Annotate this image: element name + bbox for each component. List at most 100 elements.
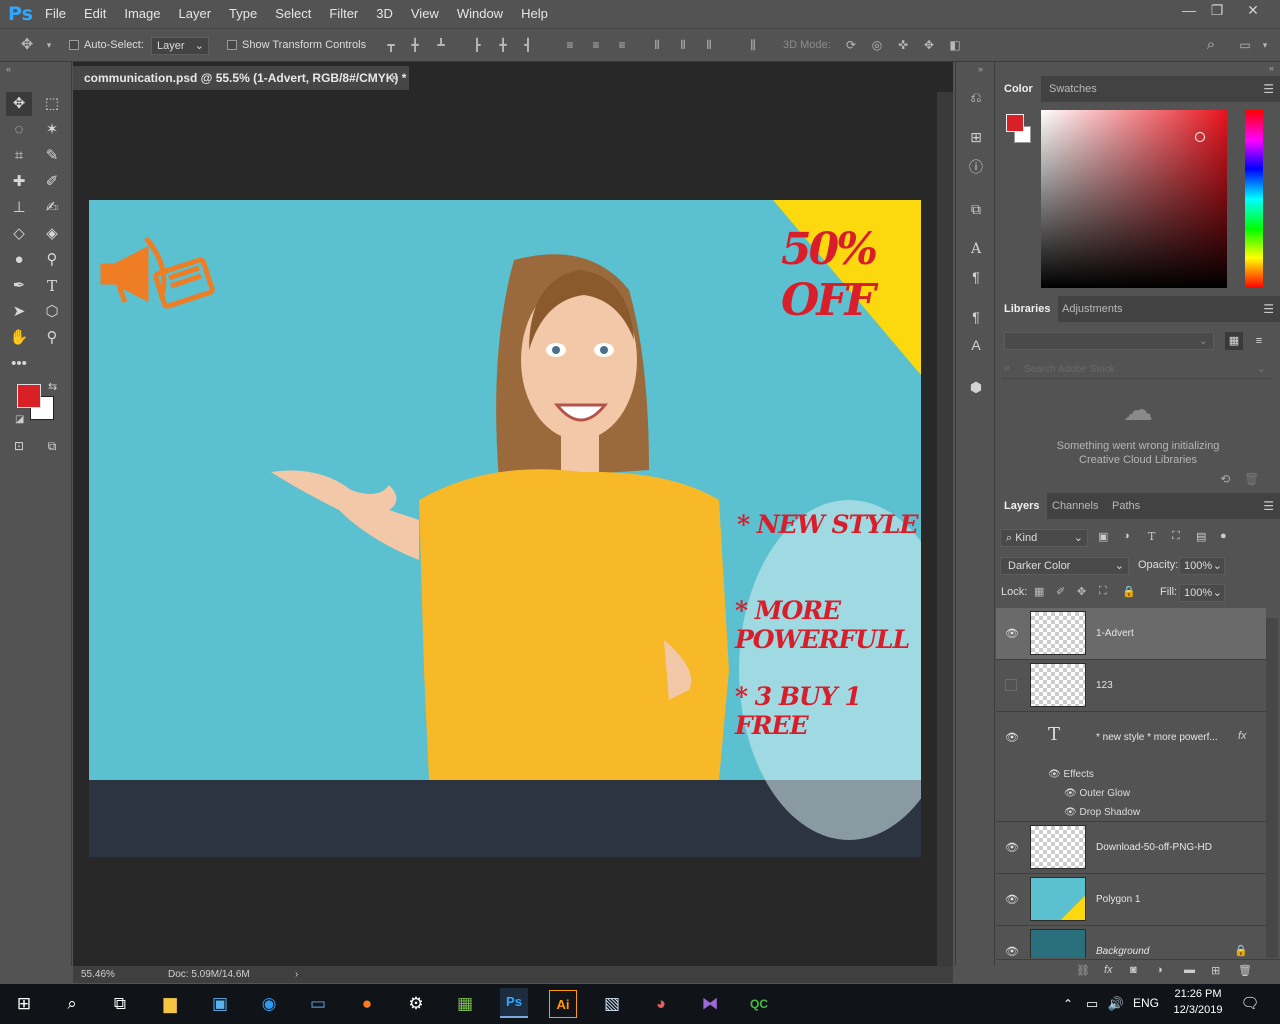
align-hcenter-icon[interactable]: ╋: [496, 38, 510, 52]
lock-all-icon[interactable]: 🔒: [1122, 585, 1136, 598]
link-layers-icon[interactable]: ⛓: [1076, 964, 1090, 977]
task-view-icon[interactable]: ⧉: [106, 990, 134, 1018]
grid-view-icon[interactable]: ▦: [1225, 332, 1243, 350]
history-icon[interactable]: ⎌: [965, 86, 987, 108]
new-layer-icon[interactable]: ⊞: [1211, 964, 1220, 977]
file-explorer-icon[interactable]: ▆: [156, 990, 184, 1018]
menu-type[interactable]: Type: [220, 0, 266, 28]
visibility-toggle[interactable]: [1005, 679, 1017, 691]
chevron-down-icon[interactable]: ▾: [1258, 38, 1272, 52]
chevron-right-icon[interactable]: ›: [295, 966, 298, 983]
collapse-icon[interactable]: «: [6, 64, 11, 74]
menu-select[interactable]: Select: [266, 0, 320, 28]
shape-tool-icon[interactable]: ⬡: [39, 300, 65, 324]
filter-smart-object-icon[interactable]: ▤: [1196, 530, 1206, 543]
document-canvas[interactable]: 50% OFF * NEW STYLE * MORE POWERFULL * 3…: [89, 200, 921, 857]
quick-mask-icon[interactable]: ⊡: [6, 434, 32, 458]
distribute-hcenter-icon[interactable]: ⫴: [676, 38, 690, 52]
qc-app-icon[interactable]: QC: [745, 990, 773, 1018]
document-tab[interactable]: communication.psd @ 55.5% (1-Advert, RGB…: [73, 66, 409, 90]
lock-transparent-icon[interactable]: ▦: [1034, 585, 1044, 598]
distribute-right-icon[interactable]: ⫴: [702, 38, 716, 52]
type-tool-icon[interactable]: T: [39, 274, 65, 298]
delete-icon[interactable]: 🗑: [1244, 472, 1259, 486]
effect-row-outer-glow[interactable]: 👁 Outer Glow: [1064, 788, 1130, 799]
marquee-tool-icon[interactable]: ⬚: [39, 92, 65, 116]
fill-field[interactable]: 100% ⌄: [1179, 584, 1225, 602]
3d-slide-icon[interactable]: ✥: [922, 38, 936, 52]
menu-filter[interactable]: Filter: [320, 0, 367, 28]
menu-3d[interactable]: 3D: [367, 0, 402, 28]
zoom-level[interactable]: 55.46%: [81, 966, 115, 983]
close-button[interactable]: ✕: [1238, 0, 1268, 22]
distribute-top-icon[interactable]: ≡: [563, 38, 577, 52]
illustrator-taskbar-icon[interactable]: Ai: [549, 990, 577, 1018]
fx-icon[interactable]: fx: [1238, 730, 1247, 742]
restore-button[interactable]: ❐: [1202, 0, 1232, 22]
tab-paths[interactable]: Paths: [1104, 493, 1148, 519]
tab-color[interactable]: Color: [996, 76, 1041, 102]
move-tool-icon[interactable]: ✥: [20, 37, 34, 52]
3d-orbit-icon[interactable]: ⟳: [844, 38, 858, 52]
distribute-left-icon[interactable]: ⫴: [650, 38, 664, 52]
fx-icon[interactable]: fx: [1104, 964, 1113, 976]
control-panel-icon[interactable]: ▣: [206, 990, 234, 1018]
3d-roll-icon[interactable]: ◎: [870, 38, 884, 52]
workspace-icon[interactable]: ▭: [1238, 38, 1252, 52]
auto-select-checkbox[interactable]: [69, 40, 79, 50]
panel-menu-icon[interactable]: ☰: [1263, 302, 1274, 316]
windows-start-icon[interactable]: ⊞: [10, 990, 38, 1018]
layer-row-123[interactable]: 123: [996, 660, 1266, 712]
layers-scrollbar[interactable]: [1266, 618, 1278, 958]
volume-icon[interactable]: 🔊: [1102, 990, 1130, 1018]
lock-position-icon[interactable]: ✥: [1077, 585, 1086, 598]
settings-icon[interactable]: ⚙: [402, 990, 430, 1018]
properties-icon[interactable]: ⊞: [965, 126, 987, 148]
color-picker-field[interactable]: [1041, 110, 1227, 288]
adjustment-layer-icon[interactable]: ◑: [1156, 964, 1163, 976]
show-transform-checkbox[interactable]: [227, 40, 237, 50]
character-styles-icon[interactable]: A: [965, 334, 987, 356]
3d-scale-icon[interactable]: ◧: [948, 38, 962, 52]
zoom-tool-icon[interactable]: ⚲: [39, 326, 65, 350]
laptop-app-icon[interactable]: ▭: [304, 990, 332, 1018]
menu-layer[interactable]: Layer: [170, 0, 221, 28]
menu-file[interactable]: File: [36, 0, 75, 28]
eye-icon[interactable]: 👁: [1048, 769, 1063, 780]
swap-colors-icon[interactable]: ⇆: [48, 380, 57, 393]
3d-pan-icon[interactable]: ✜: [896, 38, 910, 52]
color-picker-handle[interactable]: [1195, 132, 1205, 142]
clock-date[interactable]: 12/3/2019: [1170, 1004, 1226, 1016]
default-colors-icon[interactable]: ◪: [15, 414, 24, 425]
tab-layers[interactable]: Layers: [996, 493, 1048, 519]
eye-icon[interactable]: 👁: [1005, 627, 1019, 641]
stock-search-field[interactable]: ⌕ Search Adobe Stock ⌄: [1002, 361, 1272, 379]
foreground-color-swatch[interactable]: [17, 384, 41, 408]
eyedropper-tool-icon[interactable]: ✎: [39, 144, 65, 168]
move-tool-icon[interactable]: ✥: [6, 92, 32, 116]
eye-icon[interactable]: 👁: [1005, 945, 1019, 958]
menu-edit[interactable]: Edit: [75, 0, 115, 28]
tab-swatches[interactable]: Swatches: [1041, 76, 1105, 102]
auto-select-target-dropdown[interactable]: Layer ⌄: [151, 37, 209, 55]
clock-time[interactable]: 21:26 PM: [1170, 988, 1226, 1000]
crop-tool-icon[interactable]: ⌗: [6, 144, 32, 168]
firefox-icon[interactable]: ●: [353, 990, 381, 1018]
search-icon[interactable]: ⌕: [58, 990, 86, 1018]
blend-mode-dropdown[interactable]: Darker Color ⌄: [1000, 557, 1129, 575]
lasso-tool-icon[interactable]: ◌: [6, 118, 32, 142]
healing-brush-tool-icon[interactable]: ✚: [6, 170, 32, 194]
screen-mode-icon[interactable]: ⧉: [39, 434, 65, 458]
history-brush-tool-icon[interactable]: ✍: [39, 196, 65, 220]
filter-adjustment-icon[interactable]: ◑: [1123, 530, 1130, 542]
filter-toggle-icon[interactable]: ●: [1220, 530, 1227, 542]
transform-icon[interactable]: ⧉: [965, 198, 987, 220]
eye-icon[interactable]: 👁: [1064, 788, 1079, 799]
filter-type-icon[interactable]: T: [1148, 530, 1155, 543]
layer-row-text[interactable]: 👁 T * new style * more powerf... fx 👁 Ef…: [996, 712, 1266, 822]
notifications-icon[interactable]: 🗨: [1236, 990, 1264, 1018]
auto-align-icon[interactable]: ⫼: [746, 38, 760, 52]
path-selection-tool-icon[interactable]: ➤: [6, 300, 32, 324]
layer-row-background[interactable]: 👁 Background 🔒: [996, 926, 1266, 958]
distribute-vcenter-icon[interactable]: ≡: [589, 38, 603, 52]
